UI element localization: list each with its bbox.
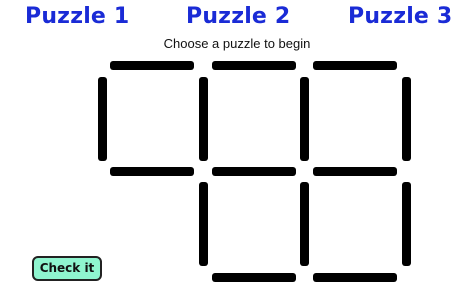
matchstick-upper-vertical-4[interactable] bbox=[402, 77, 411, 161]
matchstick-board bbox=[0, 0, 474, 299]
matchstick-middle-3[interactable] bbox=[313, 167, 397, 176]
matchstick-top-3[interactable] bbox=[313, 61, 397, 70]
matchstick-middle-2[interactable] bbox=[212, 167, 296, 176]
matchstick-middle-1[interactable] bbox=[110, 167, 194, 176]
matchstick-top-2[interactable] bbox=[212, 61, 296, 70]
matchstick-upper-vertical-3[interactable] bbox=[300, 77, 309, 161]
matchstick-upper-vertical-2[interactable] bbox=[199, 77, 208, 161]
matchstick-lower-vertical-3[interactable] bbox=[402, 182, 411, 266]
matchstick-lower-vertical-2[interactable] bbox=[300, 182, 309, 266]
matchstick-lower-vertical-1[interactable] bbox=[199, 182, 208, 266]
matchstick-upper-vertical-1[interactable] bbox=[98, 77, 107, 161]
matchstick-bottom-1[interactable] bbox=[212, 273, 296, 282]
check-it-button[interactable]: Check it bbox=[32, 256, 102, 281]
matchstick-top-1[interactable] bbox=[110, 61, 194, 70]
matchstick-bottom-2[interactable] bbox=[313, 273, 397, 282]
